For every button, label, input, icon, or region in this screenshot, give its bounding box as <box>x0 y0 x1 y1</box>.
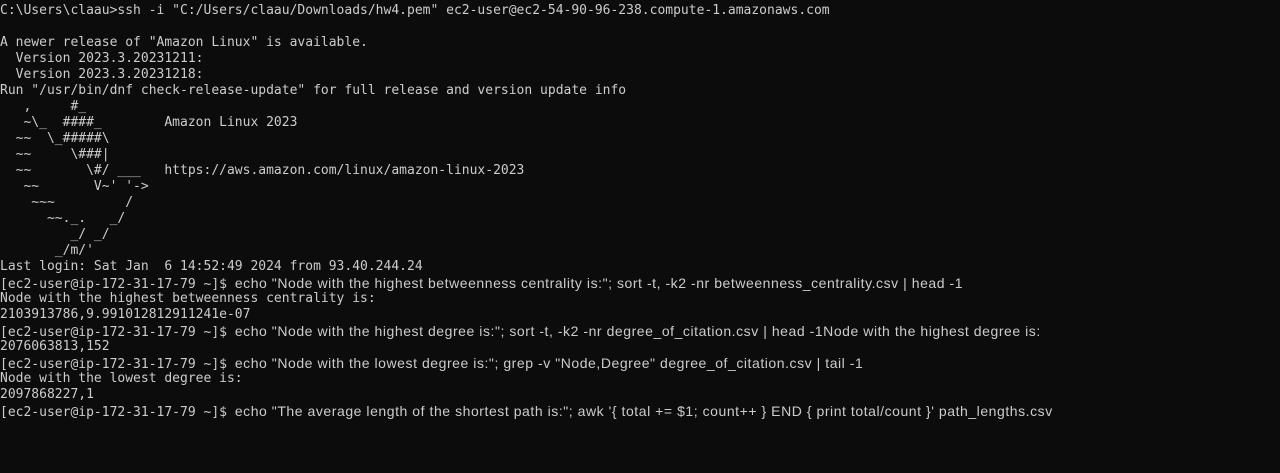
update-notice: A newer release of "Amazon Linux" is ava… <box>0 35 368 50</box>
output-line: Node with the lowest degree is: <box>0 371 243 386</box>
command-line: [ec2-user@ip-172-31-17-79 ~]$ echo "Node… <box>0 323 1041 340</box>
shell-prompt: [ec2-user@ip-172-31-17-79 ~]$ <box>0 357 235 372</box>
banner-line: _/ _/ <box>0 227 110 242</box>
command-line[interactable]: [ec2-user@ip-172-31-17-79 ~]$ echo "The … <box>0 403 1053 420</box>
command-line: [ec2-user@ip-172-31-17-79 ~]$ echo "Node… <box>0 275 964 292</box>
output-line: 2076063813,152 <box>0 339 110 354</box>
banner-line: _/m/' <box>0 243 94 258</box>
terminal-window[interactable]: C:\Users\claau>ssh -i "C:/Users/claau/Do… <box>0 0 1280 473</box>
command-text: echo "Node with the lowest degree is:"; … <box>234 355 864 371</box>
banner-line: ~~ \#/ ___ https://aws.amazon.com/linux/… <box>0 163 525 178</box>
shell-prompt: [ec2-user@ip-172-31-17-79 ~]$ <box>0 405 235 420</box>
banner-line: ~~~ / <box>0 195 134 210</box>
banner-line: ~~ \_#####\ <box>0 131 110 146</box>
command-text: echo "Node with the highest degree is:";… <box>234 323 1041 339</box>
banner-line: ~\_ ####_ Amazon Linux 2023 <box>0 115 298 130</box>
version-line-2: Version 2023.3.20231218: <box>0 67 204 82</box>
banner-line: , #_ <box>0 99 87 114</box>
last-login-line: Last login: Sat Jan 6 14:52:49 2024 from… <box>0 259 423 274</box>
output-line: Node with the highest betweenness centra… <box>0 291 376 306</box>
output-line: 2103913786,9.991012812911241e-07 <box>0 307 251 322</box>
command-line: [ec2-user@ip-172-31-17-79 ~]$ echo "Node… <box>0 355 864 372</box>
banner-line: ~~ \###| <box>0 147 110 162</box>
ssh-command-line: C:\Users\claau>ssh -i "C:/Users/claau/Do… <box>0 3 830 18</box>
version-line-1: Version 2023.3.20231211: <box>0 51 204 66</box>
output-line: 2097868227,1 <box>0 387 94 402</box>
command-text: echo "Node with the highest betweenness … <box>234 275 964 291</box>
banner-line: ~~ V~' '-> <box>0 179 149 194</box>
update-hint-line: Run "/usr/bin/dnf check-release-update" … <box>0 83 627 98</box>
shell-prompt: [ec2-user@ip-172-31-17-79 ~]$ <box>0 325 235 340</box>
banner-line: ~~._. _/ <box>0 211 126 226</box>
command-text[interactable]: echo "The average length of the shortest… <box>235 403 1053 419</box>
shell-prompt: [ec2-user@ip-172-31-17-79 ~]$ <box>0 277 235 292</box>
